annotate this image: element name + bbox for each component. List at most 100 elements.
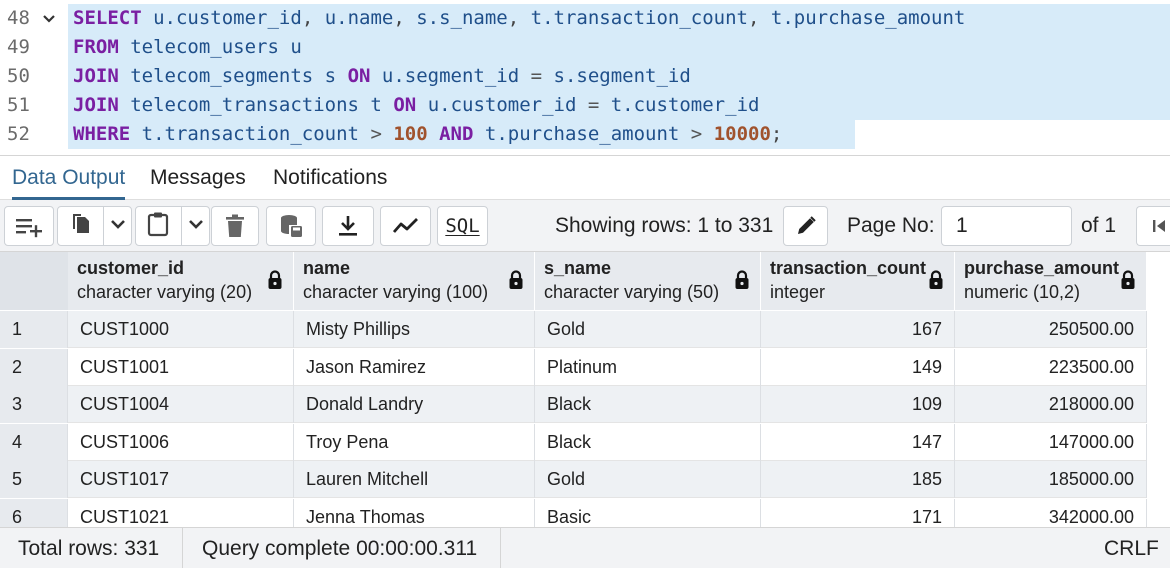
table-cell[interactable]: 149 [761, 348, 955, 386]
table-cell[interactable]: Lauren Mitchell [294, 461, 535, 498]
table-cell[interactable]: 185000.00 [955, 461, 1147, 498]
table-cell[interactable]: Troy Pena [294, 423, 535, 461]
table-row[interactable]: 6 CUST1021 Jenna Thomas Basic 171 342000.00 [0, 498, 1147, 527]
copy-options-dropdown[interactable] [104, 207, 132, 245]
sql-token: = [576, 94, 611, 116]
column-type: character varying (20) [77, 282, 253, 302]
table-cell[interactable]: 223500.00 [955, 348, 1147, 386]
table-cell[interactable]: 147000.00 [955, 423, 1147, 461]
column-header-transaction-count[interactable]: transaction_count integer [761, 252, 955, 310]
column-type: character varying (50) [544, 282, 720, 302]
sql-token: JOIN [73, 65, 119, 87]
first-page-icon [1151, 217, 1167, 235]
copy-button[interactable] [58, 207, 102, 245]
lock-icon [508, 270, 524, 295]
table-cell[interactable]: 185 [761, 461, 955, 498]
sql-token: u.customer_id [427, 94, 577, 116]
table-cell[interactable]: 147 [761, 423, 955, 461]
row-number[interactable]: 6 [0, 498, 68, 527]
table-cell[interactable]: Jason Ramirez [294, 348, 535, 386]
column-type: numeric (10,2) [964, 282, 1081, 302]
download-icon [337, 214, 359, 238]
code-line[interactable]: 49 FROM telecom_users u [0, 33, 1170, 62]
table-cell[interactable]: 218000.00 [955, 386, 1147, 423]
graph-visualiser-button[interactable] [380, 206, 431, 246]
table-row[interactable]: 5 CUST1017 Lauren Mitchell Gold 185 185000.00 [0, 461, 1147, 498]
table-cell[interactable]: 171 [761, 498, 955, 527]
query-complete-status: Query complete 00:00:00.311 [202, 537, 478, 560]
paste-options-dropdown[interactable] [182, 207, 210, 245]
page-count-label: of 1 [1081, 214, 1117, 237]
page-no-label: Page No: [847, 214, 935, 237]
paste-button[interactable] [136, 207, 180, 245]
column-header-customer-id[interactable]: customer_id character varying (20) [68, 252, 294, 310]
row-number[interactable]: 1 [0, 311, 68, 348]
line-ending-status: CRLF [1104, 537, 1159, 560]
table-row[interactable]: 2 CUST1001 Jason Ramirez Platinum 149 223500.… [0, 348, 1147, 386]
column-name: s_name [544, 258, 612, 278]
table-cell[interactable]: Misty Phillips [294, 311, 535, 348]
table-cell[interactable]: 250500.00 [955, 311, 1147, 348]
table-cell[interactable]: Donald Landry [294, 386, 535, 423]
sql-token: > [359, 123, 394, 145]
first-page-button[interactable] [1136, 206, 1170, 246]
lock-icon [1120, 270, 1136, 295]
column-type: integer [770, 282, 826, 302]
tab-messages[interactable]: Messages [150, 156, 246, 200]
sql-token: t.transaction_count [530, 7, 748, 29]
row-number[interactable]: 2 [0, 348, 68, 386]
table-cell[interactable]: CUST1017 [68, 461, 294, 498]
add-row-button[interactable] [4, 206, 54, 246]
table-cell[interactable]: CUST1004 [68, 386, 294, 423]
table-cell[interactable]: CUST1001 [68, 348, 294, 386]
code-line[interactable]: 51 JOIN telecom_transactions t ON u.custo… [0, 91, 1170, 120]
table-cell[interactable]: CUST1006 [68, 423, 294, 461]
row-number[interactable]: 5 [0, 461, 68, 498]
column-header-purchase-amount[interactable]: purchase_amount numeric (10,2) [955, 252, 1147, 310]
code-line[interactable]: 50 JOIN telecom_segments s ON u.segment_i… [0, 62, 1170, 91]
table-row[interactable]: 4 CUST1006 Troy Pena Black 147 147000.00 [0, 423, 1147, 461]
tab-notifications[interactable]: Notifications [273, 156, 387, 200]
table-row[interactable]: 3 CUST1004 Donald Landry Black 109 218000.00 [0, 386, 1147, 423]
code-line[interactable]: 52 WHERE t.transaction_count > 100 AND t.… [0, 120, 1170, 149]
sql-token: t.purchase_amount [770, 7, 966, 29]
code-line[interactable]: 48 SELECT u.customer_id, u.name, s.s_name… [0, 4, 1170, 33]
table-cell[interactable]: 342000.00 [955, 498, 1147, 527]
column-header-s-name[interactable]: s_name character varying (50) [535, 252, 761, 310]
table-cell[interactable]: Black [535, 386, 761, 423]
page-number-input[interactable] [941, 206, 1072, 246]
tab-data-output[interactable]: Data Output [12, 156, 126, 200]
table-cell[interactable]: Black [535, 423, 761, 461]
line-number-label: 52 [7, 123, 30, 145]
row-number[interactable]: 3 [0, 386, 68, 423]
table-cell[interactable]: Gold [535, 311, 761, 348]
sql-token: , [301, 7, 325, 29]
edit-rows-button[interactable] [783, 206, 828, 246]
sql-token: JOIN [73, 94, 119, 116]
table-cell[interactable]: CUST1000 [68, 311, 294, 348]
delete-row-button[interactable] [211, 206, 259, 246]
table-cell[interactable]: Platinum [535, 348, 761, 386]
row-number-header [0, 252, 68, 310]
save-data-icon [278, 213, 304, 239]
row-number[interactable]: 4 [0, 423, 68, 461]
sql-editor[interactable]: 48 SELECT u.customer_id, u.name, s.s_name… [0, 0, 1170, 155]
table-cell[interactable]: 167 [761, 311, 955, 348]
save-data-button[interactable] [266, 206, 316, 246]
table-cell[interactable]: Gold [535, 461, 761, 498]
download-button[interactable] [322, 206, 374, 246]
sql-button[interactable]: SQL [437, 206, 488, 246]
table-cell[interactable]: 109 [761, 386, 955, 423]
table-row[interactable]: 1 CUST1000 Misty Phillips Gold 167 250500.00 [0, 311, 1147, 348]
table-cell[interactable]: Jenna Thomas [294, 498, 535, 527]
table-cell[interactable]: Basic [535, 498, 761, 527]
sql-token: ON [347, 65, 371, 87]
data-grid: customer_id character varying (20) name cha… [0, 252, 1170, 527]
table-cell[interactable]: CUST1021 [68, 498, 294, 527]
column-header-name[interactable]: name character varying (100) [294, 252, 535, 310]
